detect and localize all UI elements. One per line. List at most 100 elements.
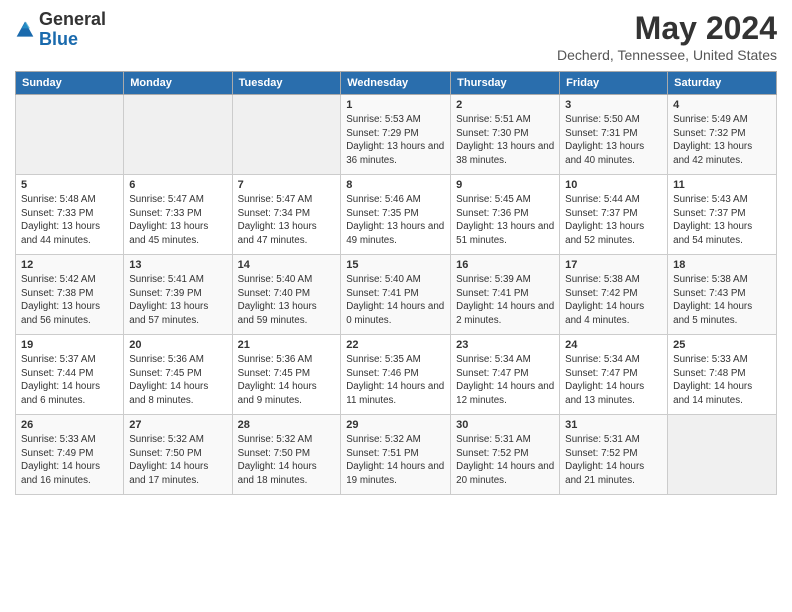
calendar-cell: 19 Sunrise: 5:37 AMSunset: 7:44 PMDayligh… [16, 335, 124, 415]
calendar-cell: 7 Sunrise: 5:47 AMSunset: 7:34 PMDaylight… [232, 175, 341, 255]
calendar-cell: 16 Sunrise: 5:39 AMSunset: 7:41 PMDayligh… [451, 255, 560, 335]
day-info: Sunrise: 5:38 AMSunset: 7:42 PMDaylight:… [565, 273, 662, 328]
calendar-cell: 3 Sunrise: 5:50 AMSunset: 7:31 PMDaylight… [560, 95, 668, 175]
day-number: 28 [238, 419, 336, 431]
day-number: 10 [565, 179, 662, 191]
header: General Blue May 2024 Decherd, Tennessee… [15, 10, 777, 63]
day-number: 1 [346, 99, 445, 111]
day-info: Sunrise: 5:34 AMSunset: 7:47 PMDaylight:… [456, 353, 554, 408]
day-info: Sunrise: 5:32 AMSunset: 7:50 PMDaylight:… [129, 433, 226, 488]
day-number: 16 [456, 259, 554, 271]
day-number: 23 [456, 339, 554, 351]
calendar-week-3: 12Sunrise: 5:42 AMSunset: 7:38 PMDayligh… [16, 255, 777, 335]
day-info: Sunrise: 5:34 AMSunset: 7:47 PMDaylight:… [565, 353, 662, 408]
calendar-cell: 31Sunrise: 5:31 AMSunset: 7:52 PMDayligh… [560, 415, 668, 495]
logo-blue-text: Blue [39, 29, 78, 49]
day-info: Sunrise: 5:32 AMSunset: 7:50 PMDaylight:… [238, 433, 336, 488]
calendar-cell [16, 95, 124, 175]
day-info: Sunrise: 5:47 AMSunset: 7:33 PMDaylight:… [129, 193, 226, 248]
day-number: 5 [21, 179, 118, 191]
day-number: 29 [346, 419, 445, 431]
col-thursday: Thursday [451, 72, 560, 95]
calendar-cell [232, 95, 341, 175]
day-number: 15 [346, 259, 445, 271]
day-number: 9 [456, 179, 554, 191]
day-info: Sunrise: 5:47 AMSunset: 7:34 PMDaylight:… [238, 193, 336, 248]
calendar-cell: 12Sunrise: 5:42 AMSunset: 7:38 PMDayligh… [16, 255, 124, 335]
calendar-week-5: 26Sunrise: 5:33 AMSunset: 7:49 PMDayligh… [16, 415, 777, 495]
calendar-cell: 14 Sunrise: 5:40 AMSunset: 7:40 PMDayligh… [232, 255, 341, 335]
day-number: 25 [673, 339, 771, 351]
day-number: 20 [129, 339, 226, 351]
calendar-cell: 2Sunrise: 5:51 AMSunset: 7:30 PMDaylight… [451, 95, 560, 175]
day-number: 30 [456, 419, 554, 431]
day-number: 19 [21, 339, 118, 351]
day-number: 2 [456, 99, 554, 111]
calendar-cell: 13 Sunrise: 5:41 AMSunset: 7:39 PMDayligh… [124, 255, 232, 335]
day-info: Sunrise: 5:40 AMSunset: 7:40 PMDaylight:… [238, 273, 336, 328]
day-info: Sunrise: 5:46 AMSunset: 7:35 PMDaylight:… [346, 193, 445, 248]
col-saturday: Saturday [668, 72, 777, 95]
calendar-cell: 9Sunrise: 5:45 AMSunset: 7:36 PMDaylight… [451, 175, 560, 255]
calendar-cell: 1 Sunrise: 5:53 AMSunset: 7:29 PMDaylight… [341, 95, 451, 175]
col-monday: Monday [124, 72, 232, 95]
calendar-body: 1 Sunrise: 5:53 AMSunset: 7:29 PMDaylight… [16, 95, 777, 495]
day-number: 12 [21, 259, 118, 271]
day-info: Sunrise: 5:35 AMSunset: 7:46 PMDaylight:… [346, 353, 445, 408]
header-row: Sunday Monday Tuesday Wednesday Thursday… [16, 72, 777, 95]
day-number: 13 [129, 259, 226, 271]
day-info: Sunrise: 5:43 AMSunset: 7:37 PMDaylight:… [673, 193, 771, 248]
calendar-cell: 27 Sunrise: 5:32 AMSunset: 7:50 PMDayligh… [124, 415, 232, 495]
day-info: Sunrise: 5:31 AMSunset: 7:52 PMDaylight:… [565, 433, 662, 488]
day-info: Sunrise: 5:39 AMSunset: 7:41 PMDaylight:… [456, 273, 554, 328]
day-number: 14 [238, 259, 336, 271]
calendar-cell: 26Sunrise: 5:33 AMSunset: 7:49 PMDayligh… [16, 415, 124, 495]
day-info: Sunrise: 5:49 AMSunset: 7:32 PMDaylight:… [673, 113, 771, 168]
calendar-cell: 10Sunrise: 5:44 AMSunset: 7:37 PMDayligh… [560, 175, 668, 255]
calendar-cell: 30 Sunrise: 5:31 AMSunset: 7:52 PMDayligh… [451, 415, 560, 495]
location-text: Decherd, Tennessee, United States [557, 47, 777, 63]
calendar-cell: 24 Sunrise: 5:34 AMSunset: 7:47 PMDayligh… [560, 335, 668, 415]
calendar-cell: 20Sunrise: 5:36 AMSunset: 7:45 PMDayligh… [124, 335, 232, 415]
calendar-cell: 22 Sunrise: 5:35 AMSunset: 7:46 PMDayligh… [341, 335, 451, 415]
day-number: 4 [673, 99, 771, 111]
calendar-header: Sunday Monday Tuesday Wednesday Thursday… [16, 72, 777, 95]
calendar-cell: 29Sunrise: 5:32 AMSunset: 7:51 PMDayligh… [341, 415, 451, 495]
day-info: Sunrise: 5:40 AMSunset: 7:41 PMDaylight:… [346, 273, 445, 328]
calendar-cell: 18Sunrise: 5:38 AMSunset: 7:43 PMDayligh… [668, 255, 777, 335]
day-info: Sunrise: 5:53 AMSunset: 7:29 PMDaylight:… [346, 113, 445, 168]
calendar-cell [124, 95, 232, 175]
calendar-cell: 6 Sunrise: 5:47 AMSunset: 7:33 PMDaylight… [124, 175, 232, 255]
calendar-cell: 11Sunrise: 5:43 AMSunset: 7:37 PMDayligh… [668, 175, 777, 255]
day-info: Sunrise: 5:48 AMSunset: 7:33 PMDaylight:… [21, 193, 118, 248]
day-number: 6 [129, 179, 226, 191]
day-info: Sunrise: 5:37 AMSunset: 7:44 PMDaylight:… [21, 353, 118, 408]
day-info: Sunrise: 5:36 AMSunset: 7:45 PMDaylight:… [238, 353, 336, 408]
calendar-cell: 21Sunrise: 5:36 AMSunset: 7:45 PMDayligh… [232, 335, 341, 415]
day-number: 18 [673, 259, 771, 271]
calendar-table: Sunday Monday Tuesday Wednesday Thursday… [15, 71, 777, 495]
calendar-week-4: 19 Sunrise: 5:37 AMSunset: 7:44 PMDayligh… [16, 335, 777, 415]
day-number: 22 [346, 339, 445, 351]
day-number: 27 [129, 419, 226, 431]
col-wednesday: Wednesday [341, 72, 451, 95]
calendar-cell [668, 415, 777, 495]
calendar-cell: 28 Sunrise: 5:32 AMSunset: 7:50 PMDayligh… [232, 415, 341, 495]
logo: General Blue [15, 10, 106, 50]
day-number: 24 [565, 339, 662, 351]
day-number: 8 [346, 179, 445, 191]
title-block: May 2024 Decherd, Tennessee, United Stat… [557, 10, 777, 63]
day-info: Sunrise: 5:31 AMSunset: 7:52 PMDaylight:… [456, 433, 554, 488]
calendar-week-1: 1 Sunrise: 5:53 AMSunset: 7:29 PMDaylight… [16, 95, 777, 175]
calendar-cell: 8 Sunrise: 5:46 AMSunset: 7:35 PMDaylight… [341, 175, 451, 255]
day-info: Sunrise: 5:41 AMSunset: 7:39 PMDaylight:… [129, 273, 226, 328]
day-number: 7 [238, 179, 336, 191]
day-number: 3 [565, 99, 662, 111]
logo-general-text: General [39, 9, 106, 29]
calendar-cell: 4 Sunrise: 5:49 AMSunset: 7:32 PMDaylight… [668, 95, 777, 175]
calendar-cell: 25Sunrise: 5:33 AMSunset: 7:48 PMDayligh… [668, 335, 777, 415]
calendar-week-2: 5 Sunrise: 5:48 AMSunset: 7:33 PMDaylight… [16, 175, 777, 255]
calendar-cell: 17Sunrise: 5:38 AMSunset: 7:42 PMDayligh… [560, 255, 668, 335]
day-info: Sunrise: 5:50 AMSunset: 7:31 PMDaylight:… [565, 113, 662, 168]
col-sunday: Sunday [16, 72, 124, 95]
